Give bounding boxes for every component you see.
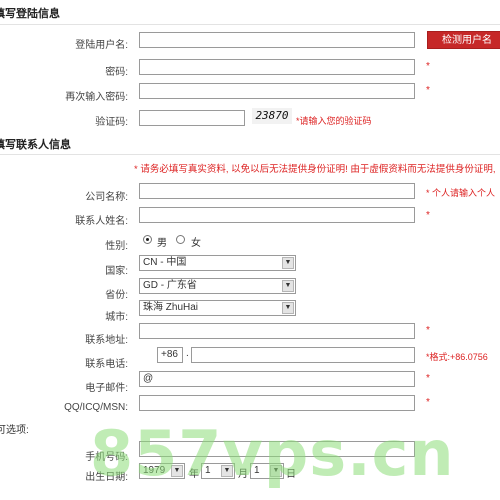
country-selected-value: CN - 中国 bbox=[143, 257, 187, 268]
city-select[interactable]: 珠海 ZhuHai ▼ bbox=[139, 300, 296, 316]
country-label: 国家: bbox=[105, 266, 128, 277]
repeat-password-input[interactable] bbox=[139, 83, 415, 99]
contact-name-input[interactable] bbox=[139, 207, 415, 223]
real-info-notice: * 请务必填写真实资料, 以免以后无法提供身份证明! 由于虚假资料而无法提供身份… bbox=[134, 164, 496, 175]
divider bbox=[0, 24, 500, 25]
company-input[interactable] bbox=[139, 183, 415, 199]
province-select[interactable]: GD - 广东省 ▼ bbox=[139, 278, 296, 294]
check-username-button[interactable]: 检测用户名 bbox=[427, 31, 500, 49]
qq-required-mark: * bbox=[426, 397, 430, 408]
chevron-down-icon[interactable]: ▼ bbox=[282, 280, 294, 292]
username-label: 登陆用户名: bbox=[75, 40, 128, 51]
phone-label: 联系电话: bbox=[85, 359, 128, 370]
province-selected-value: GD - 广东省 bbox=[143, 280, 197, 291]
password-required-mark: * bbox=[426, 61, 430, 72]
optional-section-title: 可选项: bbox=[0, 425, 29, 436]
qq-input[interactable] bbox=[139, 395, 415, 411]
company-label: 公司名称: bbox=[85, 192, 128, 203]
qq-label: QQ/ICQ/MSN: bbox=[64, 402, 128, 413]
contact-name-required-mark: * bbox=[426, 210, 430, 221]
gender-female-label: 女 bbox=[191, 238, 201, 249]
captcha-image[interactable]: 23870 bbox=[252, 108, 292, 124]
password-input[interactable] bbox=[139, 59, 415, 75]
password-label: 密码: bbox=[105, 67, 128, 78]
chevron-down-icon[interactable]: ▼ bbox=[282, 302, 294, 314]
contact-name-label: 联系人姓名: bbox=[75, 216, 128, 227]
captcha-label: 验证码: bbox=[95, 117, 128, 128]
captcha-input[interactable] bbox=[139, 110, 245, 126]
site-watermark: 857vps.cn bbox=[90, 417, 455, 490]
phone-country-code-input[interactable]: +86 bbox=[157, 347, 183, 363]
company-hint: * 个人请输入个人 bbox=[426, 188, 496, 198]
city-label: 城市: bbox=[105, 312, 128, 323]
gender-label: 性别: bbox=[105, 241, 128, 252]
phone-format-hint: *格式:+86.0756 bbox=[426, 352, 488, 362]
captcha-hint: *请输入您的验证码 bbox=[296, 116, 372, 126]
chevron-down-icon[interactable]: ▼ bbox=[282, 257, 294, 269]
gender-male-label: 男 bbox=[157, 238, 167, 249]
repeat-password-required-mark: * bbox=[426, 85, 430, 96]
province-label: 省份: bbox=[105, 290, 128, 301]
divider bbox=[0, 154, 500, 155]
email-label: 电子邮件: bbox=[85, 383, 128, 394]
email-required-mark: * bbox=[426, 373, 430, 384]
email-input[interactable]: @ bbox=[139, 371, 415, 387]
login-section-title: 填写登陆信息 bbox=[0, 8, 60, 20]
address-label: 联系地址: bbox=[85, 335, 128, 346]
gender-male-radio[interactable] bbox=[143, 235, 152, 244]
city-selected-value: 珠海 ZhuHai bbox=[143, 302, 199, 313]
gender-female-radio[interactable] bbox=[176, 235, 185, 244]
phone-number-input[interactable] bbox=[191, 347, 415, 363]
address-input[interactable] bbox=[139, 323, 415, 339]
repeat-password-label: 再次输入密码: bbox=[65, 92, 128, 103]
phone-separator: . bbox=[186, 348, 189, 359]
country-select[interactable]: CN - 中国 ▼ bbox=[139, 255, 296, 271]
username-input[interactable] bbox=[139, 32, 415, 48]
contact-section-title: 填写联系人信息 bbox=[0, 139, 71, 151]
address-required-mark: * bbox=[426, 325, 430, 336]
